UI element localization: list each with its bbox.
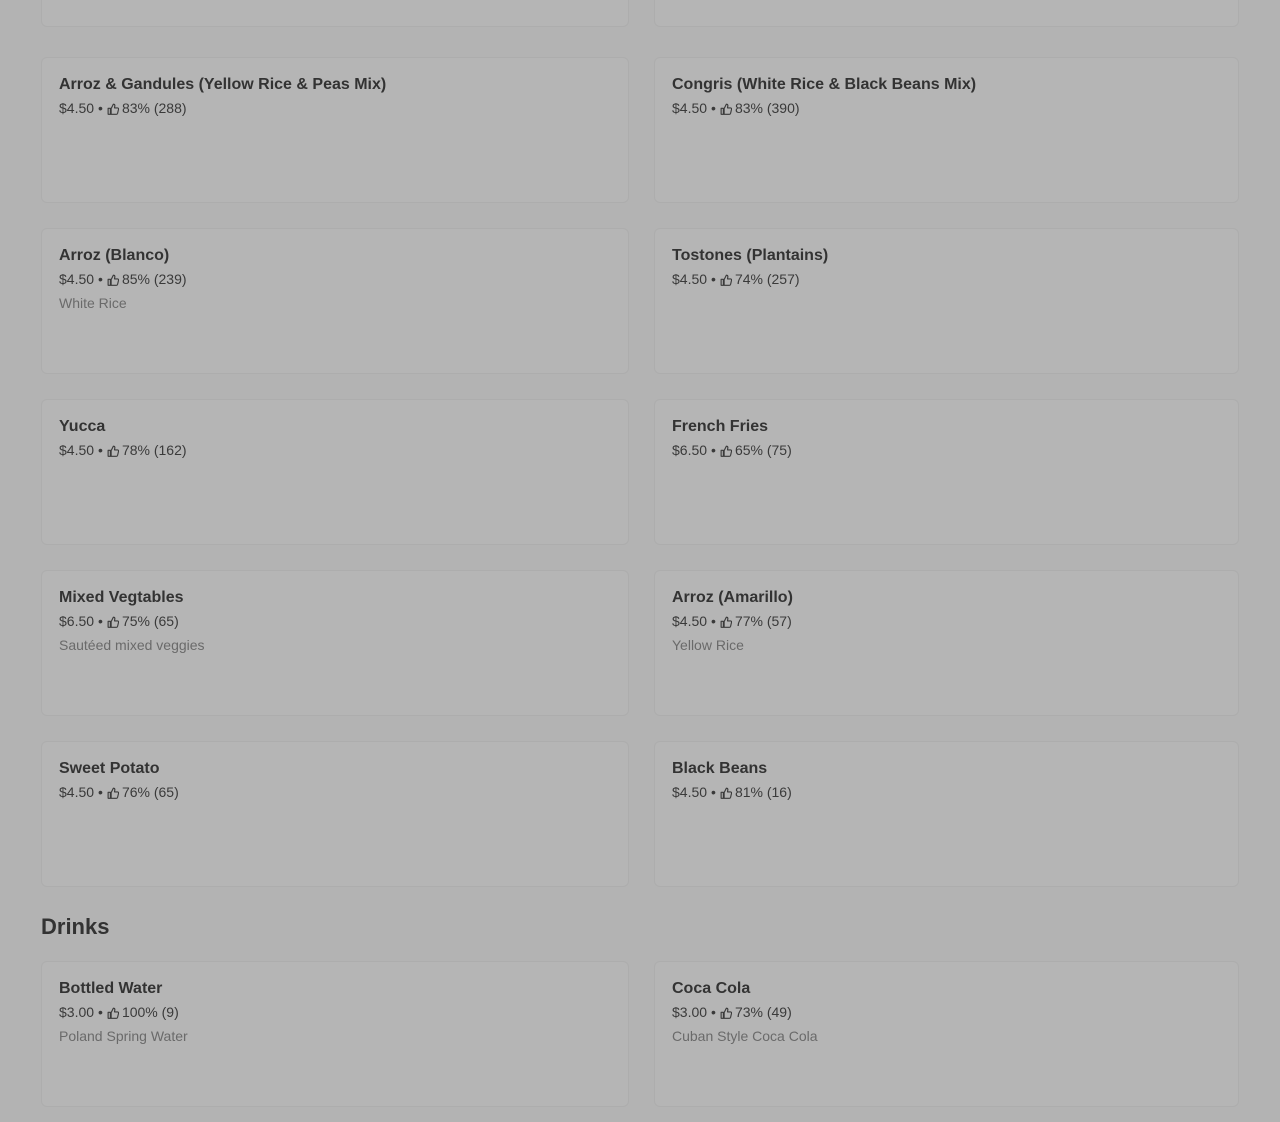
sides-grid: Arroz & Gandules (Yellow Rice & Peas Mix… [41, 57, 1239, 887]
item-meta: $3.00 • 73% (49) [672, 1004, 1221, 1021]
item-rating: 65% (75) [734, 442, 792, 458]
separator: • [98, 100, 103, 116]
menu-item-card[interactable]: Black Beans $4.50 • 81% (16) [654, 741, 1239, 887]
menu-item-card[interactable]: Arroz & Gandules (Yellow Rice & Peas Mix… [41, 57, 629, 203]
item-rating: 81% (16) [734, 784, 792, 800]
item-price: $3.00 [59, 1004, 95, 1020]
separator: • [98, 784, 103, 800]
item-rating: 83% (288) [121, 100, 187, 116]
item-name: Coca Cola [672, 980, 751, 997]
item-description: Sautéed mixed veggies [59, 637, 205, 653]
previous-items-grid [41, 0, 1239, 27]
thumbs-up-icon [107, 274, 119, 286]
item-price: $6.50 [672, 442, 708, 458]
item-price: $4.50 [59, 442, 95, 458]
item-price: $6.50 [59, 613, 95, 629]
separator: • [711, 271, 716, 287]
separator: • [98, 1004, 103, 1020]
item-description: Poland Spring Water [59, 1028, 188, 1044]
menu-item-card[interactable]: Yucca $4.50 • 78% (162) [41, 399, 629, 545]
item-description: Yellow Rice [672, 637, 744, 653]
item-rating: 74% (257) [734, 271, 800, 287]
separator: • [711, 1004, 716, 1020]
item-price: $4.50 [672, 784, 708, 800]
item-description: Cuban Style Coca Cola [672, 1028, 818, 1044]
item-meta: $4.50 • 77% (57) [672, 613, 1221, 630]
item-name: Arroz (Blanco) [59, 247, 170, 264]
menu-item-card[interactable]: Arroz (Blanco) $4.50 • 85% (239) White R… [41, 228, 629, 374]
thumbs-up-icon [107, 787, 119, 799]
item-rating: 83% (390) [734, 100, 800, 116]
item-name: Tostones (Plantains) [672, 247, 829, 264]
thumbs-up-icon [720, 1007, 732, 1019]
thumbs-up-icon [720, 445, 732, 457]
drinks-grid: Bottled Water $3.00 • 100% (9) Poland Sp… [41, 961, 1239, 1107]
thumbs-up-icon [107, 445, 119, 457]
separator: • [711, 100, 716, 116]
menu-item-card[interactable]: Arroz (Amarillo) $4.50 • 77% (57) Yellow… [654, 570, 1239, 716]
item-meta: $4.50 • 83% (390) [672, 100, 1221, 117]
item-name: French Fries [672, 418, 769, 435]
menu-item-card[interactable]: Tostones (Plantains) $4.50 • 74% (257) [654, 228, 1239, 374]
separator: • [98, 442, 103, 458]
item-meta: $4.50 • 74% (257) [672, 271, 1221, 288]
item-meta: $6.50 • 65% (75) [672, 442, 1221, 459]
separator: • [711, 442, 716, 458]
item-meta: $4.50 • 83% (288) [59, 100, 611, 117]
thumbs-up-icon [107, 616, 119, 628]
item-rating: 78% (162) [121, 442, 187, 458]
separator: • [711, 784, 716, 800]
item-name: Arroz (Amarillo) [672, 589, 793, 606]
item-meta: $4.50 • 85% (239) [59, 271, 611, 288]
menu-item-card[interactable]: Coca Cola $3.00 • 73% (49) Cuban Style C… [654, 961, 1239, 1107]
section-heading-drinks: Drinks [41, 914, 110, 939]
separator: • [98, 271, 103, 287]
item-rating: 76% (65) [121, 784, 179, 800]
item-name: Yucca [59, 418, 106, 435]
item-price: $4.50 [672, 100, 708, 116]
item-price: $3.00 [672, 1004, 708, 1020]
item-name: Black Beans [672, 760, 768, 777]
thumbs-up-icon [720, 274, 732, 286]
thumbs-up-icon [720, 103, 732, 115]
item-price: $4.50 [59, 784, 95, 800]
item-meta: $4.50 • 81% (16) [672, 784, 1221, 801]
item-meta: $6.50 • 75% (65) [59, 613, 611, 630]
separator: • [98, 613, 103, 629]
item-price: $4.50 [59, 100, 95, 116]
thumbs-up-icon [720, 616, 732, 628]
thumbs-up-icon [720, 787, 732, 799]
thumbs-up-icon [107, 103, 119, 115]
menu-item-card[interactable]: Bottled Water $3.00 • 100% (9) Poland Sp… [41, 961, 629, 1107]
menu-item-card-partial[interactable] [41, 0, 629, 27]
menu-item-card[interactable]: Congris (White Rice & Black Beans Mix) $… [654, 57, 1239, 203]
item-name: Arroz & Gandules (Yellow Rice & Peas Mix… [59, 76, 387, 93]
item-price: $4.50 [59, 271, 95, 287]
separator: • [711, 613, 716, 629]
menu-item-card[interactable]: French Fries $6.50 • 65% (75) [654, 399, 1239, 545]
item-meta: $4.50 • 78% (162) [59, 442, 611, 459]
item-rating: 73% (49) [734, 1004, 792, 1020]
item-name: Congris (White Rice & Black Beans Mix) [672, 76, 977, 93]
item-price: $4.50 [672, 271, 708, 287]
item-name: Mixed Vegtables [59, 589, 184, 606]
item-name: Sweet Potato [59, 760, 160, 777]
item-name: Bottled Water [59, 980, 163, 997]
thumbs-up-icon [107, 1007, 119, 1019]
item-description: White Rice [59, 295, 127, 311]
menu-item-card-partial[interactable] [654, 0, 1239, 27]
item-rating: 85% (239) [121, 271, 187, 287]
item-rating: 77% (57) [734, 613, 792, 629]
item-meta: $3.00 • 100% (9) [59, 1004, 611, 1021]
item-meta: $4.50 • 76% (65) [59, 784, 611, 801]
item-rating: 100% (9) [121, 1004, 179, 1020]
item-price: $4.50 [672, 613, 708, 629]
item-rating: 75% (65) [121, 613, 179, 629]
menu-item-card[interactable]: Mixed Vegtables $6.50 • 75% (65) Sautéed… [41, 570, 629, 716]
menu-item-card[interactable]: Sweet Potato $4.50 • 76% (65) [41, 741, 629, 887]
